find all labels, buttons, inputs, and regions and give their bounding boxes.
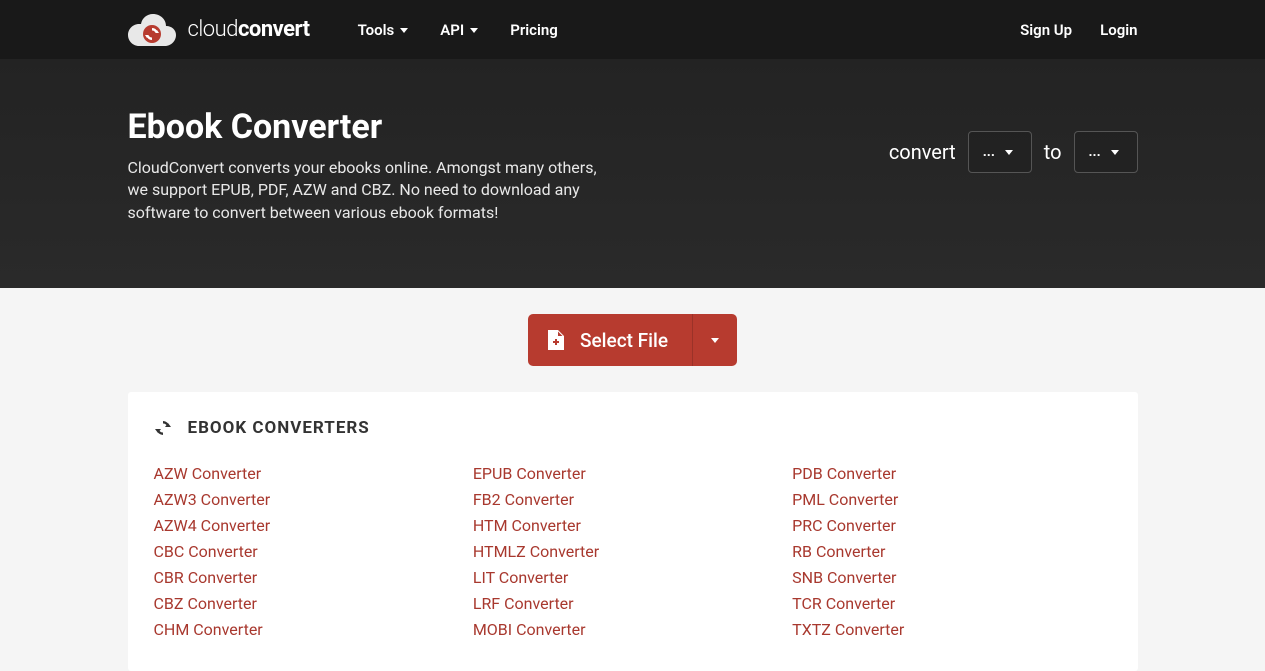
- select-file-button[interactable]: Select File: [528, 314, 737, 366]
- nav-label: Pricing: [510, 21, 558, 39]
- hero-section: Ebook Converter CloudConvert converts yo…: [0, 59, 1265, 288]
- converter-link[interactable]: FB2 Converter: [473, 490, 792, 509]
- converter-link[interactable]: CBR Converter: [154, 568, 473, 587]
- converter-link[interactable]: HTM Converter: [473, 516, 792, 535]
- to-label: to: [1044, 140, 1062, 164]
- convert-label: convert: [889, 140, 956, 164]
- converter-column: PDB Converter PML Converter PRC Converte…: [792, 464, 1111, 639]
- converter-link[interactable]: CBC Converter: [154, 542, 473, 561]
- chevron-down-icon: [1005, 150, 1013, 155]
- nav-label: Tools: [358, 21, 395, 39]
- converter-link[interactable]: RB Converter: [792, 542, 1111, 561]
- file-add-icon: [548, 330, 564, 350]
- logo[interactable]: cloudconvert: [128, 14, 310, 46]
- select-file-dropdown[interactable]: [692, 314, 737, 366]
- format-value: ...: [983, 144, 995, 160]
- converter-link[interactable]: MOBI Converter: [473, 620, 792, 639]
- converter-column: EPUB Converter FB2 Converter HTM Convert…: [473, 464, 792, 639]
- converter-link[interactable]: EPUB Converter: [473, 464, 792, 483]
- converter-link[interactable]: TXTZ Converter: [792, 620, 1111, 639]
- converter-link[interactable]: LRF Converter: [473, 594, 792, 613]
- converter-link[interactable]: TCR Converter: [792, 594, 1111, 613]
- converter-link[interactable]: PRC Converter: [792, 516, 1111, 535]
- nav-label: API: [440, 21, 464, 39]
- card-title: EBOOK CONVERTERS: [188, 418, 370, 438]
- logo-text: cloudconvert: [188, 17, 310, 42]
- converter-column: AZW Converter AZW3 Converter AZW4 Conver…: [154, 464, 473, 639]
- page-title: Ebook Converter: [128, 107, 668, 147]
- select-file-label: Select File: [580, 329, 668, 352]
- main-header: cloudconvert Tools API Pricing Sign Up: [0, 0, 1265, 59]
- refresh-icon: [154, 419, 172, 437]
- converter-link[interactable]: AZW Converter: [154, 464, 473, 483]
- nav-pricing[interactable]: Pricing: [510, 21, 558, 39]
- chevron-down-icon: [1111, 150, 1119, 155]
- converter-link[interactable]: PML Converter: [792, 490, 1111, 509]
- converter-link[interactable]: HTMLZ Converter: [473, 542, 792, 561]
- nav-left: Tools API Pricing: [358, 21, 558, 39]
- chevron-down-icon: [711, 338, 719, 343]
- select-file-section: Select File: [0, 288, 1265, 392]
- converter-link[interactable]: AZW3 Converter: [154, 490, 473, 509]
- from-format-selector[interactable]: ...: [968, 131, 1032, 173]
- page-description: CloudConvert converts your ebooks online…: [128, 157, 608, 224]
- format-value: ...: [1089, 144, 1101, 160]
- converters-card: EBOOK CONVERTERS AZW Converter AZW3 Conv…: [128, 392, 1138, 671]
- converter-link[interactable]: CBZ Converter: [154, 594, 473, 613]
- converter-link[interactable]: CHM Converter: [154, 620, 473, 639]
- chevron-down-icon: [400, 28, 408, 33]
- nav-label: Login: [1100, 21, 1137, 39]
- converter-link[interactable]: AZW4 Converter: [154, 516, 473, 535]
- nav-right: Sign Up Login: [1020, 21, 1137, 39]
- nav-login[interactable]: Login: [1100, 21, 1137, 39]
- nav-label: Sign Up: [1020, 21, 1072, 39]
- convert-controls: convert ... to ...: [889, 131, 1138, 173]
- converters-grid: AZW Converter AZW3 Converter AZW4 Conver…: [154, 464, 1112, 639]
- converter-link[interactable]: SNB Converter: [792, 568, 1111, 587]
- cloud-icon: [128, 14, 176, 46]
- nav-api[interactable]: API: [440, 21, 478, 39]
- nav-signup[interactable]: Sign Up: [1020, 21, 1072, 39]
- converter-link[interactable]: LIT Converter: [473, 568, 792, 587]
- converter-link[interactable]: PDB Converter: [792, 464, 1111, 483]
- chevron-down-icon: [470, 28, 478, 33]
- nav-tools[interactable]: Tools: [358, 21, 409, 39]
- to-format-selector[interactable]: ...: [1074, 131, 1138, 173]
